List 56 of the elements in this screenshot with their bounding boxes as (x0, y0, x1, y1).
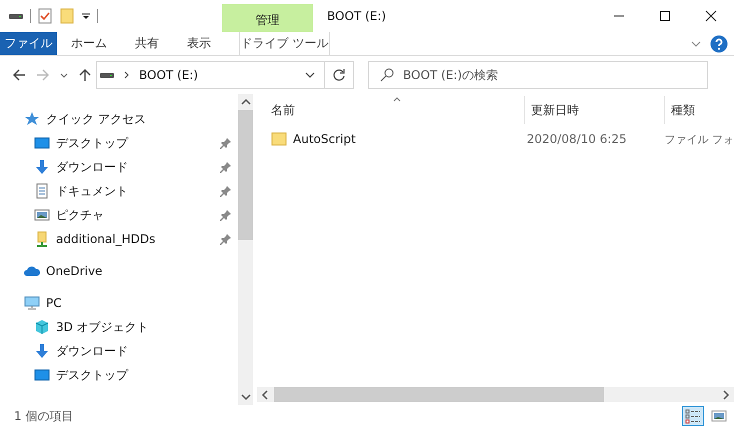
monitor-icon (34, 135, 50, 151)
down-arrow-icon (34, 343, 50, 359)
ribbon-tab[interactable]: ホーム (57, 32, 121, 55)
ribbon-tab[interactable]: ドライブ ツール (239, 32, 330, 55)
nav-item[interactable]: ダウンロード (0, 339, 238, 363)
chevron-left-icon (261, 390, 269, 400)
item-count: 1 個の項目 (14, 408, 74, 424)
window-title: BOOT (E:) (326, 8, 386, 25)
nav-item[interactable]: OneDrive (0, 259, 238, 283)
checklist-icon[interactable] (37, 8, 53, 24)
folder-icon (34, 231, 50, 247)
picture-icon (34, 207, 50, 223)
chevron-up-icon (240, 98, 250, 106)
column-header[interactable]: 更新日時 (525, 96, 665, 124)
ribbon-tab[interactable]: 表示 (173, 32, 225, 55)
close-icon (705, 10, 717, 22)
chevron-right-icon (123, 71, 131, 79)
computer-icon (24, 295, 40, 311)
nav-item[interactable]: 3D オブジェクト (0, 315, 238, 339)
star-icon (24, 111, 40, 127)
nav-item[interactable]: クイック アクセス (0, 107, 238, 131)
down-arrow-icon (34, 159, 50, 175)
table-cell-text: 2020/08/10 6:25 (526, 132, 628, 146)
address-path: BOOT (E:) (139, 68, 198, 82)
column-header[interactable]: 名前 (257, 96, 525, 124)
nav-item[interactable]: additional_HDDs (0, 227, 238, 251)
file-name[interactable]: AutoScript (257, 131, 521, 147)
up-arrow-icon[interactable] (78, 68, 92, 82)
document-icon (34, 183, 50, 199)
chevron-down-icon (240, 393, 250, 401)
search-field[interactable]: BOOT (E:)の検索 (368, 61, 708, 89)
ribbon-tab[interactable]: 共有 (121, 32, 173, 55)
refresh-icon (332, 68, 346, 82)
search-icon (380, 68, 394, 82)
column-header[interactable]: 種類 (665, 96, 734, 124)
chevron-right-icon (722, 390, 730, 400)
vertical-scrollbar[interactable] (238, 94, 253, 405)
table-cell-text: ファイル フォ (664, 132, 734, 146)
address-bar[interactable]: BOOT (E:) (96, 61, 354, 89)
chevron-down-icon[interactable] (60, 71, 68, 79)
help-icon[interactable] (710, 34, 728, 52)
monitor-icon (34, 367, 50, 383)
cube-icon (34, 319, 50, 335)
back-arrow-icon[interactable] (12, 68, 26, 82)
nav-item[interactable]: PC (0, 291, 238, 315)
folder-icon (271, 131, 287, 147)
ribbon-tab[interactable]: ファイル (0, 32, 57, 55)
nav-item[interactable]: デスクトップ (0, 363, 238, 387)
contextual-tab-label: 管理 (222, 4, 313, 32)
nav-item[interactable]: ダウンロード (0, 155, 238, 179)
nav-item[interactable]: ドキュメント (0, 179, 238, 203)
maximize-icon (659, 10, 671, 22)
horizontal-scrollbar[interactable] (257, 387, 734, 402)
nav-item[interactable]: ピクチャ (0, 203, 238, 227)
sort-caret-icon (393, 96, 401, 102)
nav-item[interactable]: デスクトップ (0, 131, 238, 155)
